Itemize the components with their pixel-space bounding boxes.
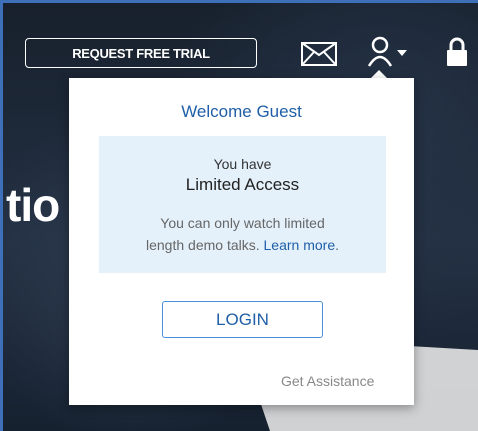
hero-heading: tio [6,179,60,231]
info-line-you-have: You have [213,156,272,172]
learn-more-link[interactable]: Learn more [264,237,336,253]
login-button[interactable]: LOGIN [162,301,323,338]
envelope-icon[interactable] [301,42,337,66]
info-desc-line1: You can only watch limited [160,215,325,231]
info-line-limited-access: Limited Access [185,175,300,194]
limited-access-info-box: You have Limited Access You can only wat… [99,136,386,273]
dropdown-arrow [371,70,387,78]
info-desc-line2: length demo talks. Learn more. [99,234,386,256]
info-description: You can only watch limited length demo t… [99,212,386,256]
top-border [0,0,478,3]
user-icon[interactable] [367,36,393,68]
request-free-trial-button[interactable]: REQUEST FREE TRIAL [25,38,257,68]
get-assistance-link[interactable]: Get Assistance [281,373,374,389]
caret-down-icon[interactable] [397,50,407,56]
left-border [0,0,3,431]
info-desc-period: . [335,237,339,253]
info-desc-line2-text: length demo talks. [146,237,260,253]
lock-icon[interactable] [446,37,468,67]
user-dropdown-panel: Welcome Guest You have Limited Access Yo… [69,78,414,405]
welcome-title: Welcome Guest [181,102,302,121]
